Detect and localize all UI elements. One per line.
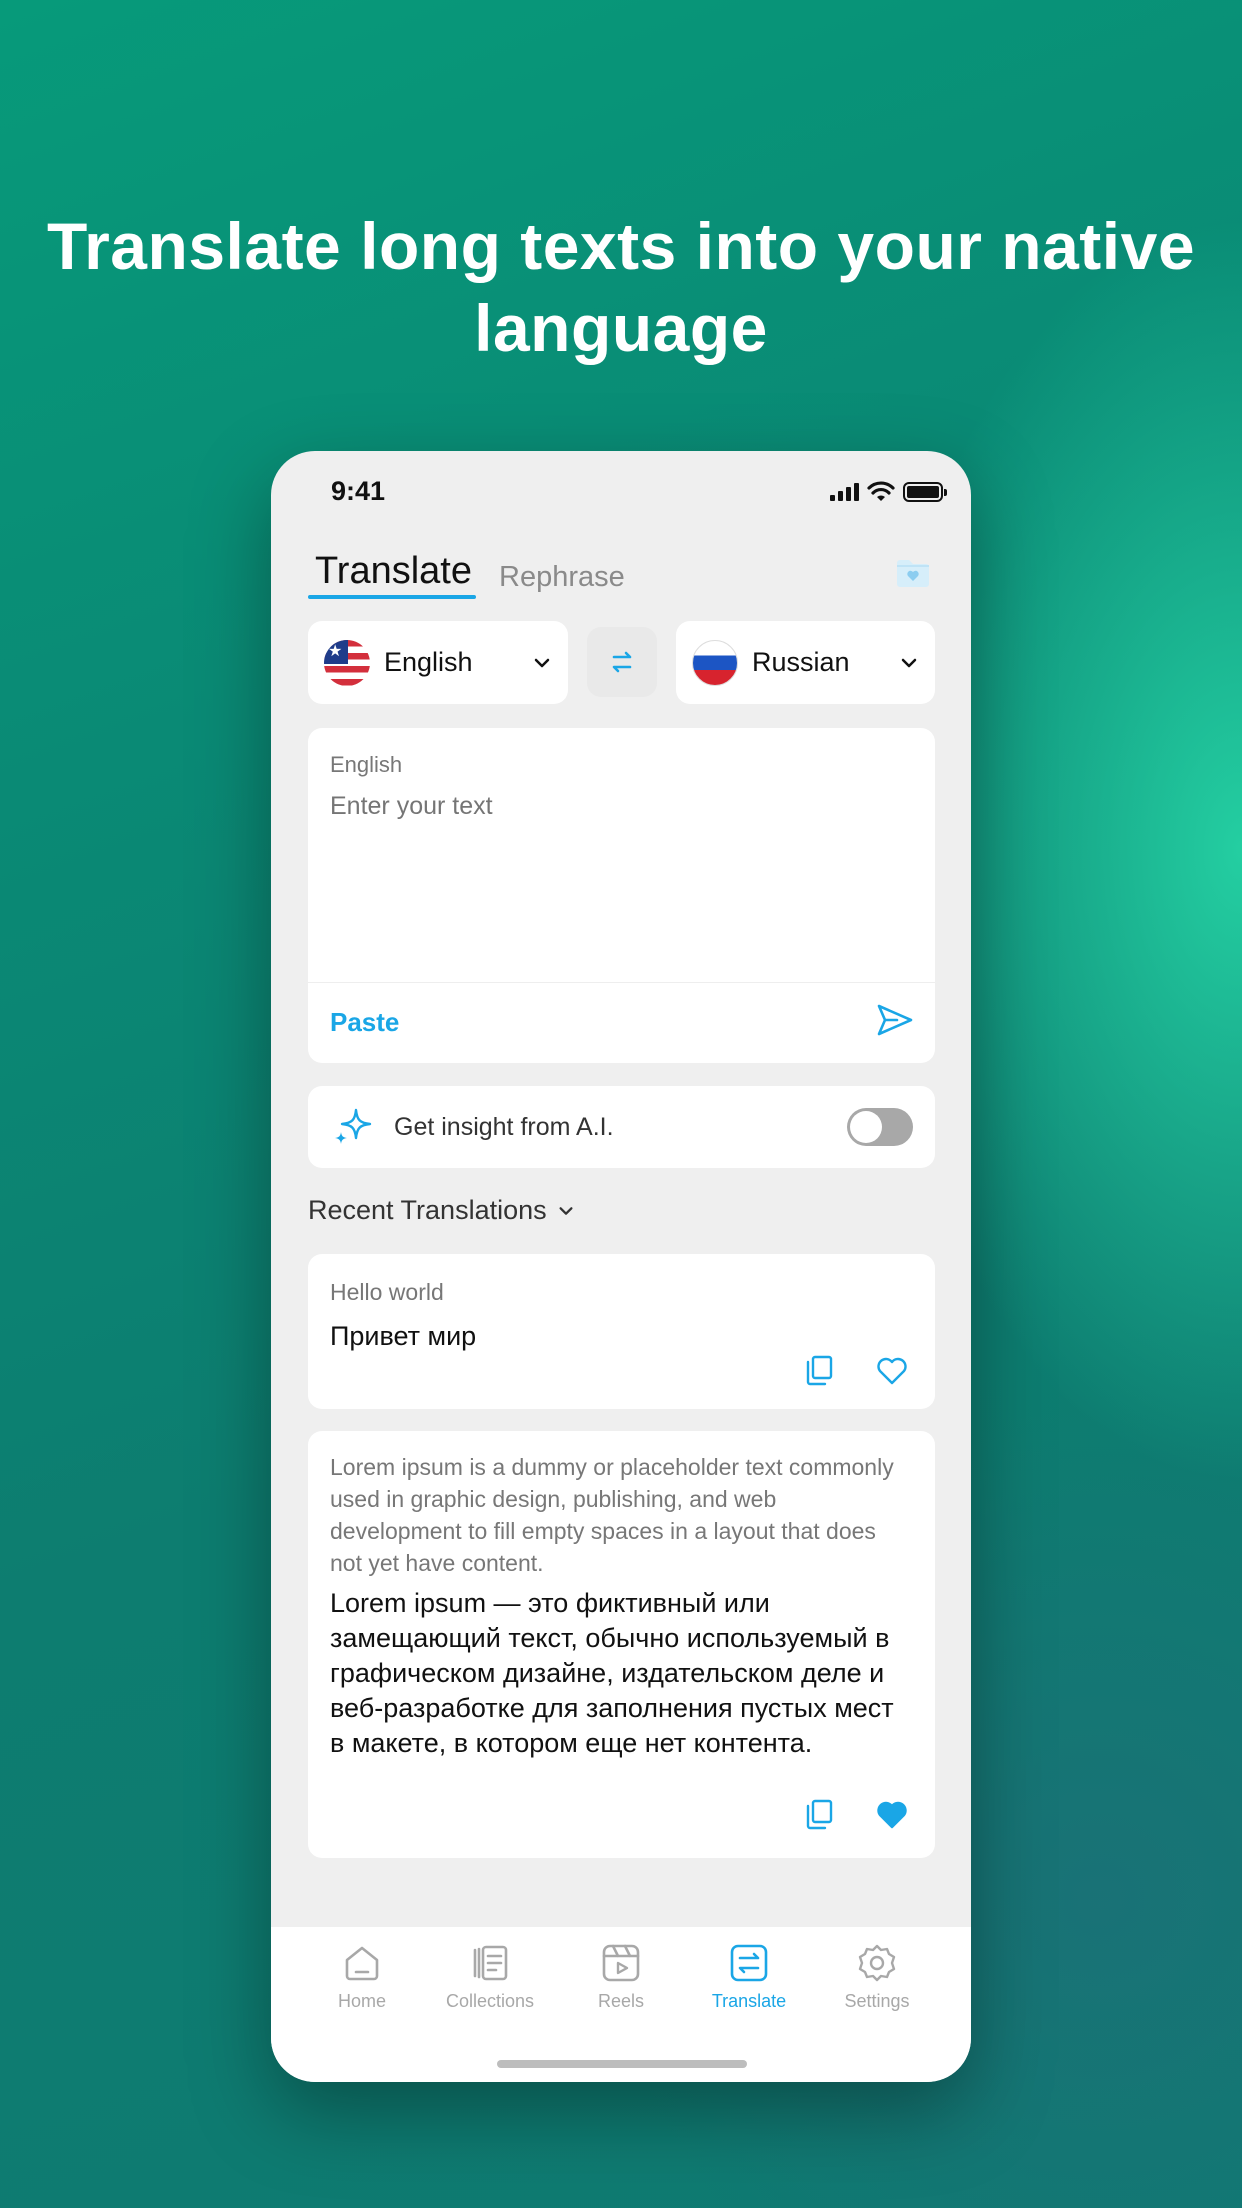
chevron-down-icon <box>901 658 917 667</box>
status-icons <box>830 481 947 503</box>
phone-screen: 9:41 Translate Rephrase English Russian <box>271 451 971 2082</box>
target-language-select[interactable]: Russian <box>676 621 935 704</box>
source-language-select[interactable]: English <box>308 621 568 704</box>
source-text: Hello world <box>330 1279 444 1305</box>
copy-icon[interactable] <box>801 1352 837 1388</box>
home-indicator <box>497 2060 747 2068</box>
input-card: English Paste <box>308 728 935 1063</box>
recent-translations-label: Recent Translations <box>308 1195 547 1225</box>
copy-icon[interactable] <box>801 1796 837 1832</box>
heart-filled-icon[interactable] <box>874 1796 910 1832</box>
nav-label: Reels <box>597 1991 645 2011</box>
bottom-nav: Home Collections Reels Translate Setting… <box>271 1927 971 2082</box>
headline: Translate long texts into your native la… <box>46 209 1196 365</box>
nav-home[interactable]: Home <box>307 1941 417 2012</box>
swap-icon <box>612 651 632 673</box>
settings-icon <box>858 1944 896 1982</box>
input-language-label: English <box>330 752 403 777</box>
collections-icon <box>473 1945 508 1981</box>
reels-icon <box>602 1944 640 1982</box>
source-text: Lorem ipsum is a dummy or placeholder te… <box>330 1454 894 1576</box>
translation-card[interactable]: Lorem ipsum is a dummy or placeholder te… <box>308 1431 935 1858</box>
divider <box>308 982 935 983</box>
russia-flag-icon <box>692 639 738 686</box>
swap-languages-button[interactable] <box>587 627 657 697</box>
translated-text: Привет мир <box>330 1321 477 1351</box>
home-icon <box>345 1946 379 1981</box>
send-icon[interactable] <box>875 1000 915 1040</box>
translation-card[interactable]: Hello world Привет мир <box>308 1254 935 1409</box>
nav-settings[interactable]: Settings <box>822 1941 932 2012</box>
tab-rephrase[interactable]: Rephrase <box>499 561 625 594</box>
chevron-down-icon <box>534 658 550 667</box>
sparkle-icon <box>335 1108 372 1144</box>
translate-icon <box>730 1944 768 1982</box>
nav-collections[interactable]: Collections <box>435 1941 545 2012</box>
text-input[interactable] <box>330 792 910 821</box>
recent-translations-dropdown[interactable]: Recent Translations <box>308 1195 575 1226</box>
nav-reels[interactable]: Reels <box>566 1941 676 2012</box>
folder-heart-icon[interactable] <box>893 553 933 593</box>
nav-label: Settings <box>844 1991 910 2011</box>
ai-insight-label: Get insight from A.I. <box>394 1113 614 1141</box>
source-language-label: English <box>384 647 473 677</box>
chevron-down-icon <box>559 1206 573 1215</box>
battery-icon <box>903 482 947 502</box>
paste-button[interactable]: Paste <box>330 1007 399 1038</box>
ai-insight-toggle[interactable] <box>847 1108 913 1146</box>
nav-label: Home <box>337 1991 386 2011</box>
signal-icon <box>830 483 859 501</box>
wifi-icon <box>867 481 895 501</box>
tab-translate[interactable]: Translate <box>315 550 472 593</box>
target-language-label: Russian <box>752 647 850 677</box>
translated-text: Lorem ipsum — это фиктивный или замещающ… <box>330 1588 894 1758</box>
ai-insight-row: Get insight from A.I. <box>308 1086 935 1168</box>
nav-translate[interactable]: Translate <box>694 1941 804 2012</box>
us-flag-icon <box>324 639 370 686</box>
nav-label: Translate <box>711 1991 787 2011</box>
status-time: 9:41 <box>331 476 386 506</box>
heart-outline-icon[interactable] <box>874 1352 910 1388</box>
nav-label: Collections <box>445 1991 535 2011</box>
tab-active-indicator <box>308 595 476 599</box>
